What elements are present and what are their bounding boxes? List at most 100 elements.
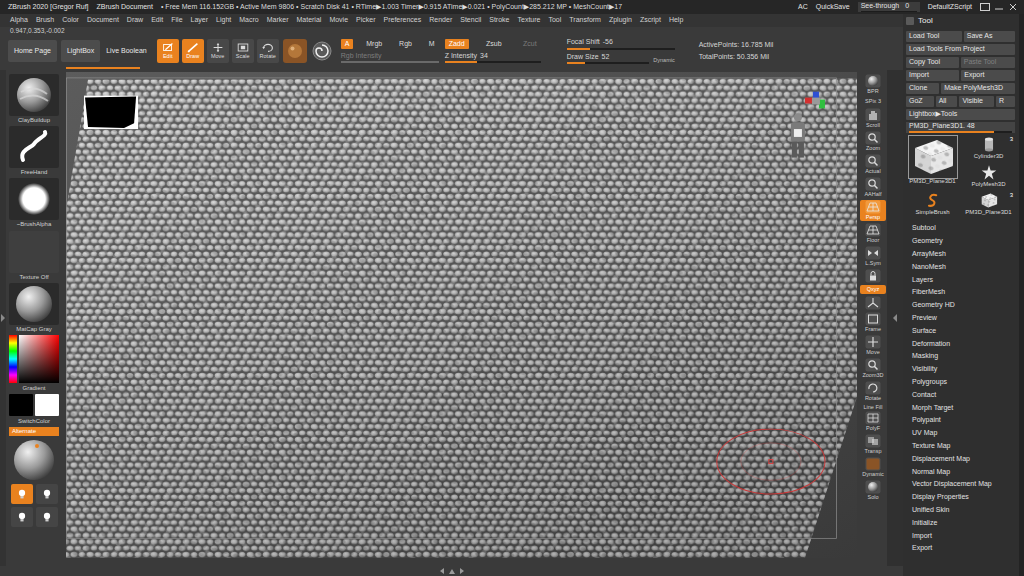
tool-section[interactable]: Geometry HD xyxy=(906,299,1015,312)
tool-section[interactable]: Surface xyxy=(906,325,1015,338)
tool-section[interactable]: Display Properties xyxy=(906,491,1015,504)
menu-item[interactable]: Light xyxy=(216,16,231,24)
menu-item[interactable]: Picker xyxy=(356,16,375,24)
tool-section[interactable]: Visibility xyxy=(906,363,1015,376)
tool-button[interactable]: Export xyxy=(961,70,1015,81)
tool-section[interactable]: Displacement Map xyxy=(906,453,1015,466)
nav-button[interactable]: Live Boolean xyxy=(104,40,148,62)
menu-item[interactable]: Brush xyxy=(36,16,54,24)
tool-section[interactable]: Export xyxy=(906,542,1015,555)
see-through-slider[interactable]: See-through0 xyxy=(858,2,920,11)
tool-button[interactable]: Copy Tool xyxy=(906,57,959,68)
left-tray-handle[interactable] xyxy=(0,70,6,566)
tool-thumbnail[interactable]: Cylinder3D 3 xyxy=(962,136,1015,162)
tool-thumbnail[interactable]: SimpleBrush xyxy=(906,192,959,218)
rotate-view-button[interactable]: Rotate xyxy=(860,381,886,402)
bottom-tray-handle[interactable] xyxy=(0,566,903,576)
tool-section[interactable]: ArrayMesh xyxy=(906,248,1015,261)
light-button[interactable] xyxy=(36,484,58,504)
menu-item[interactable]: Stencil xyxy=(460,16,481,24)
color-swatch[interactable] xyxy=(9,394,33,416)
menu-item[interactable]: Transform xyxy=(569,16,601,24)
ac-button[interactable]: AC xyxy=(798,3,808,11)
tool-section[interactable]: Unified Skin xyxy=(906,504,1015,517)
alternate-button[interactable]: Alternate xyxy=(9,427,59,436)
dynamic-toggle[interactable]: Dynamic xyxy=(653,57,674,64)
text-view-button[interactable]: Qxyz xyxy=(860,285,886,294)
light-button[interactable] xyxy=(36,507,58,527)
menu-item[interactable]: Document xyxy=(87,16,119,24)
switch-color-label[interactable]: SwitchColor xyxy=(18,418,50,425)
channel-button[interactable]: Rgb xyxy=(395,39,416,49)
swatch-view-button[interactable]: Dynamic xyxy=(860,457,886,478)
text-view-button[interactable]: SPix 3 xyxy=(860,97,886,106)
tool-section[interactable]: UV Map xyxy=(906,427,1015,440)
tool-section[interactable]: Polygroups xyxy=(906,376,1015,389)
nav-button[interactable]: LightBox xyxy=(61,40,100,62)
tool-section[interactable]: Contact xyxy=(906,389,1015,402)
tool-button[interactable]: Visible xyxy=(959,96,994,107)
tool-thumbnail[interactable]: PM3D_Plane3D1 3 xyxy=(962,192,1015,218)
transp-view-button[interactable]: Transp xyxy=(860,434,886,455)
tool-section[interactable]: Morph Target xyxy=(906,402,1015,415)
nav-button[interactable]: Home Page xyxy=(8,40,57,62)
draw-mode-button[interactable]: Draw xyxy=(182,39,204,63)
color-swatch[interactable] xyxy=(35,394,59,416)
menu-item[interactable]: Tool xyxy=(548,16,561,24)
sym-view-button[interactable]: L.Sym xyxy=(860,246,886,267)
zscript-button[interactable]: DefaultZScript xyxy=(928,3,972,11)
channel-button[interactable]: A xyxy=(341,39,354,49)
saturation-field[interactable] xyxy=(19,335,59,383)
menu-item[interactable]: Material xyxy=(296,16,321,24)
sphere-view-button[interactable]: BPR xyxy=(860,74,886,95)
tool-button[interactable]: R xyxy=(996,96,1015,107)
brush-slider[interactable]: Draw Size52 xyxy=(567,53,650,64)
move-view-button[interactable]: Move xyxy=(860,335,886,356)
tool-section[interactable]: Initialize xyxy=(906,517,1015,530)
texture-picker[interactable]: Texture Off xyxy=(8,231,60,281)
tool-section[interactable]: Subtool xyxy=(906,222,1015,235)
tool-panel-header[interactable]: Tool xyxy=(906,14,1015,28)
grid-view-button[interactable]: Persp xyxy=(860,200,886,221)
menu-item[interactable]: Zscript xyxy=(640,16,661,24)
menu-item[interactable]: Color xyxy=(62,16,79,24)
tool-section[interactable]: Deformation xyxy=(906,338,1015,351)
scale-mode-button[interactable]: Scale xyxy=(232,39,254,63)
sphere-view-button[interactable]: Solo xyxy=(860,480,886,501)
channel-button[interactable]: Mrgb xyxy=(362,39,386,49)
cobblestone-plane[interactable] xyxy=(66,78,857,558)
menu-item[interactable]: Render xyxy=(429,16,452,24)
current-tool-slider[interactable]: PM3D_Plane3D1. 48 xyxy=(906,122,1015,133)
tool-section[interactable]: Masking xyxy=(906,350,1015,363)
channel-button[interactable]: M xyxy=(425,39,439,49)
tool-section[interactable]: Polypaint xyxy=(906,414,1015,427)
menu-item[interactable]: Help xyxy=(669,16,683,24)
tool-button[interactable]: All xyxy=(936,96,958,107)
menu-item[interactable]: Zplugin xyxy=(609,16,632,24)
menu-item[interactable]: Texture xyxy=(517,16,540,24)
grid-view-button[interactable]: Floor xyxy=(860,223,886,244)
mag-view-button[interactable]: AAHalf xyxy=(860,177,886,198)
navigator-thumbnail[interactable] xyxy=(84,96,138,129)
hand-view-button[interactable]: Scroll xyxy=(860,108,886,129)
menu-item[interactable]: Edit xyxy=(151,16,163,24)
alpha-picker[interactable]: ~BrushAlpha xyxy=(8,178,60,228)
light-button[interactable] xyxy=(11,484,33,504)
menu-item[interactable]: Macro xyxy=(239,16,258,24)
document-canvas[interactable] xyxy=(66,72,857,558)
minimize-icon[interactable] xyxy=(994,3,1004,11)
mag-view-button[interactable]: Zoom xyxy=(860,131,886,152)
tool-section[interactable]: Vector Displacement Map xyxy=(906,478,1015,491)
tool-thumbnail[interactable]: PolyMesh3D xyxy=(962,164,1015,190)
tool-section[interactable]: FiberMesh xyxy=(906,286,1015,299)
tool-section[interactable]: Layers xyxy=(906,274,1015,287)
tool-section[interactable]: Preview xyxy=(906,312,1015,325)
menu-item[interactable]: Layer xyxy=(191,16,209,24)
menu-item[interactable]: Preferences xyxy=(384,16,422,24)
close-icon[interactable] xyxy=(1008,3,1018,11)
brush-slider[interactable]: Focal Shift-56 xyxy=(567,38,675,49)
menu-item[interactable]: Alpha xyxy=(10,16,28,24)
material-picker[interactable]: MatCap Gray xyxy=(8,283,60,333)
tool-section[interactable]: Import xyxy=(906,530,1015,543)
quicksave-button[interactable]: QuickSave xyxy=(816,3,850,11)
